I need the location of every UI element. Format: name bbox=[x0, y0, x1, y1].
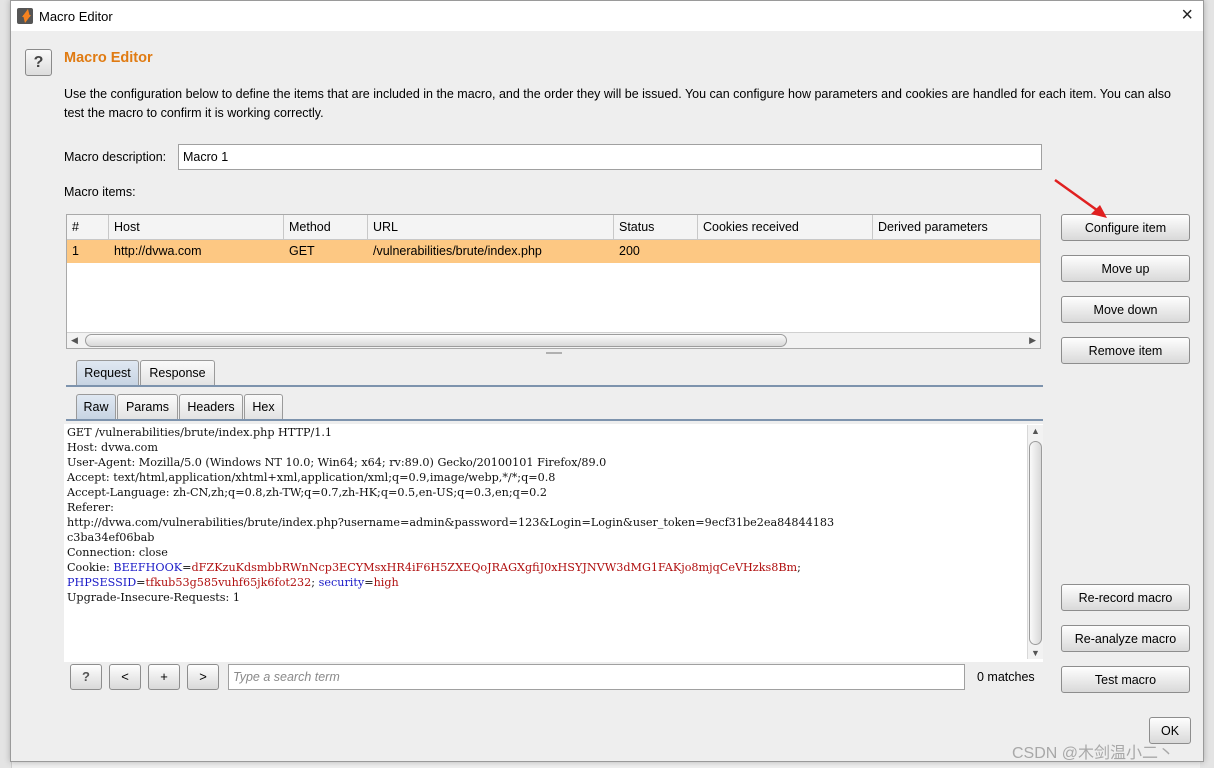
column-header-status[interactable]: Status bbox=[614, 215, 698, 240]
column-header-number[interactable]: # bbox=[67, 215, 109, 240]
table-row[interactable]: 1 http://dvwa.com GET /vulnerabilities/b… bbox=[67, 240, 1040, 263]
macro-items-table: # Host Method URL Status Cookies receive… bbox=[66, 214, 1041, 349]
cell-url: /vulnerabilities/brute/index.php bbox=[373, 244, 542, 258]
table-horizontal-scrollbar[interactable]: ◀ ▶ bbox=[67, 332, 1040, 348]
request-line: GET /vulnerabilities/brute/index.php HTT… bbox=[67, 426, 333, 439]
tab-request[interactable]: Request bbox=[76, 360, 139, 386]
cell-derived-parameters bbox=[873, 240, 1040, 263]
scroll-left-icon[interactable]: ◀ bbox=[71, 335, 78, 346]
column-header-host[interactable]: Host bbox=[109, 215, 284, 240]
title-bar: Macro Editor × bbox=[11, 1, 1203, 31]
request-editor[interactable]: GET /vulnerabilities/brute/index.php HTT… bbox=[64, 424, 1043, 662]
header-line: Upgrade-Insecure-Requests: 1 bbox=[67, 591, 240, 604]
splitter-grip[interactable] bbox=[546, 352, 562, 354]
move-down-button[interactable]: Move down bbox=[1061, 296, 1190, 323]
column-header-derived-parameters[interactable]: Derived parameters bbox=[873, 215, 1040, 240]
move-up-button[interactable]: Move up bbox=[1061, 255, 1190, 282]
header-line: http://dvwa.com/vulnerabilities/brute/in… bbox=[67, 516, 835, 529]
tab-underline bbox=[66, 419, 1043, 421]
tab-underline bbox=[66, 385, 1043, 387]
tab-params[interactable]: Params bbox=[117, 394, 178, 420]
tab-response[interactable]: Response bbox=[140, 360, 215, 386]
search-help-button[interactable]: ? bbox=[70, 664, 102, 690]
help-icon[interactable]: ? bbox=[25, 49, 52, 76]
pane-splitter[interactable] bbox=[66, 351, 1041, 355]
header-line: Accept: text/html,application/xhtml+xml,… bbox=[67, 471, 556, 484]
burp-app-icon bbox=[17, 8, 33, 24]
search-add-button[interactable]: + bbox=[148, 664, 180, 690]
scroll-down-icon[interactable]: ▼ bbox=[1031, 648, 1040, 658]
macro-items-label: Macro items: bbox=[64, 185, 136, 199]
request-text[interactable]: GET /vulnerabilities/brute/index.php HTT… bbox=[67, 425, 834, 605]
arrow-shaft bbox=[1054, 178, 1102, 215]
cell-host: http://dvwa.com bbox=[114, 244, 202, 258]
tab-raw[interactable]: Raw bbox=[76, 394, 116, 420]
header-line: Connection: close bbox=[67, 546, 168, 559]
close-icon[interactable]: × bbox=[1181, 5, 1193, 25]
cookie-name: security bbox=[318, 576, 365, 589]
search-input[interactable] bbox=[228, 664, 965, 690]
header-line: Referer: bbox=[67, 501, 114, 514]
macro-description-input[interactable] bbox=[178, 144, 1042, 170]
reanalyze-macro-button[interactable]: Re-analyze macro bbox=[1061, 625, 1190, 652]
column-header-url[interactable]: URL bbox=[368, 215, 614, 240]
scrollbar-thumb[interactable] bbox=[85, 334, 787, 347]
test-macro-button[interactable]: Test macro bbox=[1061, 666, 1190, 693]
cookie-name: PHPSESSID bbox=[67, 576, 137, 589]
remove-item-button[interactable]: Remove item bbox=[1061, 337, 1190, 364]
dialog-heading: Macro Editor bbox=[64, 50, 153, 66]
editor-vertical-scrollbar[interactable]: ▲ ▼ bbox=[1027, 425, 1043, 659]
tab-headers[interactable]: Headers bbox=[179, 394, 243, 420]
scroll-up-icon[interactable]: ▲ bbox=[1031, 426, 1040, 436]
window-title: Macro Editor bbox=[39, 9, 113, 24]
rerecord-macro-button[interactable]: Re-record macro bbox=[1061, 584, 1190, 611]
cookie-label: Cookie: bbox=[67, 561, 114, 574]
header-line: Accept-Language: zh-CN,zh;q=0.8,zh-TW;q=… bbox=[67, 486, 547, 499]
tab-hex[interactable]: Hex bbox=[244, 394, 283, 420]
cell-cookies-received bbox=[698, 240, 873, 263]
cell-method: GET bbox=[289, 244, 315, 258]
cell-number: 1 bbox=[72, 244, 79, 258]
watermark: CSDN @木剑温小二丶 bbox=[1012, 745, 1175, 762]
header-line: c3ba34ef06bab bbox=[67, 531, 155, 544]
annotation-arrow bbox=[1054, 178, 1107, 218]
macro-editor-dialog: Macro Editor × ? Macro Editor Use the co… bbox=[10, 0, 1204, 762]
scroll-right-icon[interactable]: ▶ bbox=[1029, 335, 1036, 346]
cookie-value: high bbox=[373, 576, 399, 589]
scrollbar-thumb[interactable] bbox=[1029, 441, 1042, 645]
cookie-name: BEEFHOOK bbox=[113, 561, 183, 574]
search-next-button[interactable]: > bbox=[187, 664, 219, 690]
macro-description-label: Macro description: bbox=[64, 150, 167, 164]
header-line: User-Agent: Mozilla/5.0 (Windows NT 10.0… bbox=[67, 456, 607, 469]
header-line: Host: dvwa.com bbox=[67, 441, 158, 454]
search-previous-button[interactable]: < bbox=[109, 664, 141, 690]
dialog-description: Use the configuration below to define th… bbox=[64, 87, 1171, 120]
column-header-cookies-received[interactable]: Cookies received bbox=[698, 215, 873, 240]
cookie-value: tfkub53g585vuhf65jk6fot232 bbox=[145, 576, 312, 589]
table-header: # Host Method URL Status Cookies receive… bbox=[67, 215, 1040, 240]
column-header-method[interactable]: Method bbox=[284, 215, 368, 240]
search-matches-count: 0 matches bbox=[977, 670, 1035, 684]
cookie-value: dFZKzuKdsmbbRWnNcp3ECYMsxHR4iF6H5ZXEQoJR… bbox=[191, 561, 798, 574]
cell-status: 200 bbox=[619, 244, 640, 258]
